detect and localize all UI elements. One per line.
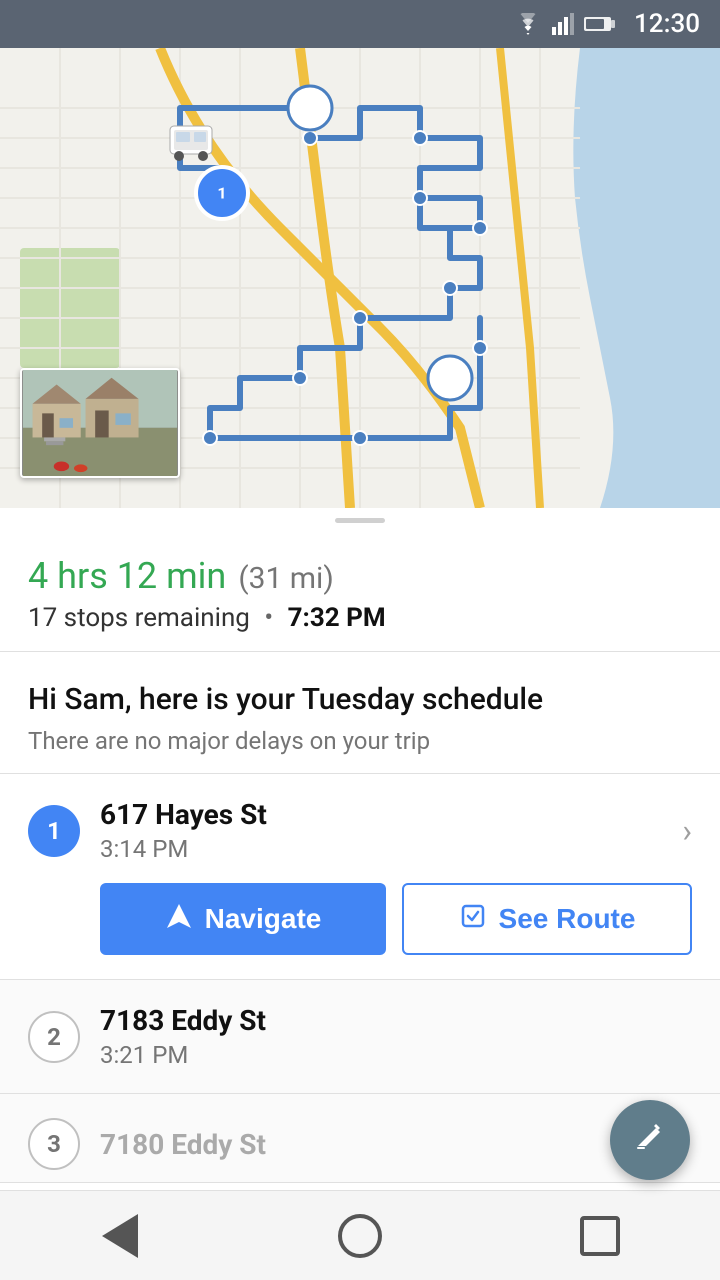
signal-icon bbox=[552, 13, 574, 35]
trip-distance: (31 mi) bbox=[238, 561, 333, 596]
time-summary: 4 hrs 12 min (31 mi) 17 stops remaining … bbox=[0, 523, 720, 652]
map-container[interactable]: 2 2 1 bbox=[0, 48, 720, 508]
schedule-subtitle: There are no major delays on your trip bbox=[28, 727, 692, 755]
stop-address-3: 7180 Eddy St bbox=[100, 1128, 692, 1161]
stop-address-2: 7183 Eddy St bbox=[100, 1004, 692, 1037]
route-icon bbox=[459, 902, 487, 937]
stop-address-1: 617 Hayes St bbox=[100, 798, 662, 831]
stop-number-3: 3 bbox=[28, 1118, 80, 1170]
wifi-icon bbox=[514, 13, 542, 35]
recents-icon bbox=[580, 1216, 620, 1256]
battery-icon bbox=[584, 15, 616, 33]
stop-time-1: 3:14 PM bbox=[100, 835, 662, 863]
stop-info-3: 7180 Eddy St bbox=[100, 1128, 692, 1161]
svg-text:1: 1 bbox=[217, 184, 226, 203]
stop-info-1: 617 Hayes St 3:14 PM bbox=[100, 798, 662, 863]
stop-time-2: 3:21 PM bbox=[100, 1041, 692, 1069]
status-bar: 12:30 bbox=[0, 0, 720, 48]
status-icons: 12:30 bbox=[514, 9, 700, 39]
recents-button[interactable] bbox=[570, 1206, 630, 1266]
back-button[interactable] bbox=[90, 1206, 150, 1266]
back-icon bbox=[102, 1214, 138, 1258]
stop-number-2: 2 bbox=[28, 1011, 80, 1063]
time-sub: 17 stops remaining • 7:32 PM bbox=[28, 603, 692, 633]
navigation-bar bbox=[0, 1190, 720, 1280]
see-route-label: See Route bbox=[499, 903, 636, 935]
stop-row-1: 1 617 Hayes St 3:14 PM › bbox=[28, 798, 692, 863]
see-route-button[interactable]: See Route bbox=[402, 883, 692, 955]
street-photo[interactable] bbox=[20, 368, 180, 478]
navigate-label: Navigate bbox=[205, 903, 322, 935]
schedule-title: Hi Sam, here is your Tuesday schedule bbox=[28, 680, 692, 719]
stops-remaining: 17 stops remaining bbox=[28, 603, 250, 633]
trip-duration: 4 hrs 12 min bbox=[28, 555, 226, 597]
stop-row-3: 3 7180 Eddy St bbox=[28, 1118, 692, 1170]
stop-item-1[interactable]: 1 617 Hayes St 3:14 PM › Navigate bbox=[0, 774, 720, 980]
home-icon bbox=[338, 1214, 382, 1258]
stop-actions-1: Navigate See Route bbox=[100, 883, 692, 955]
navigate-icon bbox=[165, 902, 193, 937]
stop-info-2: 7183 Eddy St 3:21 PM bbox=[100, 1004, 692, 1069]
stop-chevron-1[interactable]: › bbox=[682, 812, 692, 850]
schedule-header: Hi Sam, here is your Tuesday schedule Th… bbox=[0, 652, 720, 774]
stop-row-2: 2 7183 Eddy St 3:21 PM bbox=[28, 1004, 692, 1069]
bottom-sheet: 4 hrs 12 min (31 mi) 17 stops remaining … bbox=[0, 508, 720, 1273]
svg-text:2: 2 bbox=[305, 99, 314, 118]
svg-text:2: 2 bbox=[445, 369, 454, 388]
status-time: 12:30 bbox=[634, 9, 700, 39]
arrival-time: 7:32 PM bbox=[288, 603, 386, 633]
edit-fab[interactable] bbox=[610, 1100, 690, 1180]
stop-number-1: 1 bbox=[28, 805, 80, 857]
stop-item-2[interactable]: 2 7183 Eddy St 3:21 PM bbox=[0, 980, 720, 1094]
bullet-separator: • bbox=[264, 603, 273, 633]
edit-icon bbox=[632, 1118, 668, 1163]
navigate-button[interactable]: Navigate bbox=[100, 883, 386, 955]
home-button[interactable] bbox=[330, 1206, 390, 1266]
time-main: 4 hrs 12 min (31 mi) bbox=[28, 555, 692, 597]
